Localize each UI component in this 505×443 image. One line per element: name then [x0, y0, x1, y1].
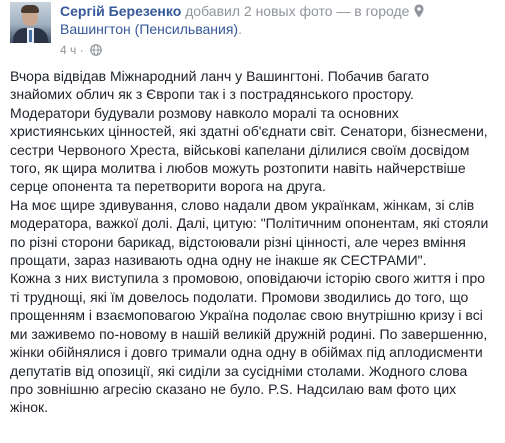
- meta-separator: ·: [79, 43, 84, 57]
- post-body-line: Модератори будували розмову навколо мора…: [10, 104, 399, 121]
- globe-icon[interactable]: [90, 44, 102, 56]
- post-body-line: Вчора відвідав Міжнародний ланч у Вашинг…: [10, 68, 430, 84]
- post-body-line: На моє щире здивування, слово надали дво…: [10, 196, 475, 213]
- facebook-post: Сергій Березенко добавил 2 новых фото — …: [0, 0, 505, 443]
- author-name-link[interactable]: Сергій Березенко: [60, 3, 181, 19]
- post-body-line: Кожна з них виступила з промовою, оповід…: [10, 270, 486, 287]
- post-body-line: жінок.: [10, 399, 49, 416]
- post-header: Сергій Березенко добавил 2 новых фото — …: [60, 2, 490, 38]
- post-body-line: серце опонента та перетворити ворога на …: [10, 178, 326, 195]
- post-timestamp[interactable]: 4 ч: [60, 43, 76, 57]
- post-action-text: добавил 2 новых фото — в городе: [185, 3, 410, 19]
- location-pin-icon: [414, 4, 424, 18]
- post-body-line: жінки обійнялися і довго тримали одна од…: [10, 344, 483, 361]
- post-body-line: по різні сторони барикад, відстоювали рі…: [10, 233, 466, 250]
- post-body: Вчора відвідав Міжнародний ланч у Вашинг…: [10, 67, 500, 417]
- location-link[interactable]: Вашингтон (Пенсильвания): [60, 21, 238, 37]
- post-body-line: знайомих облич як з Європи так і з постр…: [10, 86, 414, 103]
- post-body-line: модератора, важкої долі. Далі, цитую: "П…: [10, 215, 489, 232]
- post-body-line: прощати, зараз називають одна одну не ін…: [10, 252, 427, 269]
- location-suffix: .: [238, 21, 242, 37]
- post-body-line: того, як щира молитва і любов можуть роз…: [10, 160, 466, 177]
- post-body-line: прощенням і взаємоповагою Україна подола…: [10, 307, 483, 324]
- post-body-line: депутатів від опозиції, які сиділи за су…: [10, 362, 468, 379]
- post-body-line: ми заживемо по-новому в нашій великій др…: [10, 325, 488, 342]
- author-avatar[interactable]: [10, 2, 51, 43]
- post-body-line: про зовнішню агресію сказано не було. P.…: [10, 380, 457, 397]
- post-body-line: ті труднощі, які їм довелось подолати. П…: [10, 288, 469, 305]
- post-body-line: християнських цінностей, які здатні об'є…: [10, 123, 488, 140]
- post-meta: 4 ч ·: [60, 43, 102, 57]
- post-body-line: сестри Червоного Хреста, військові капел…: [10, 141, 470, 158]
